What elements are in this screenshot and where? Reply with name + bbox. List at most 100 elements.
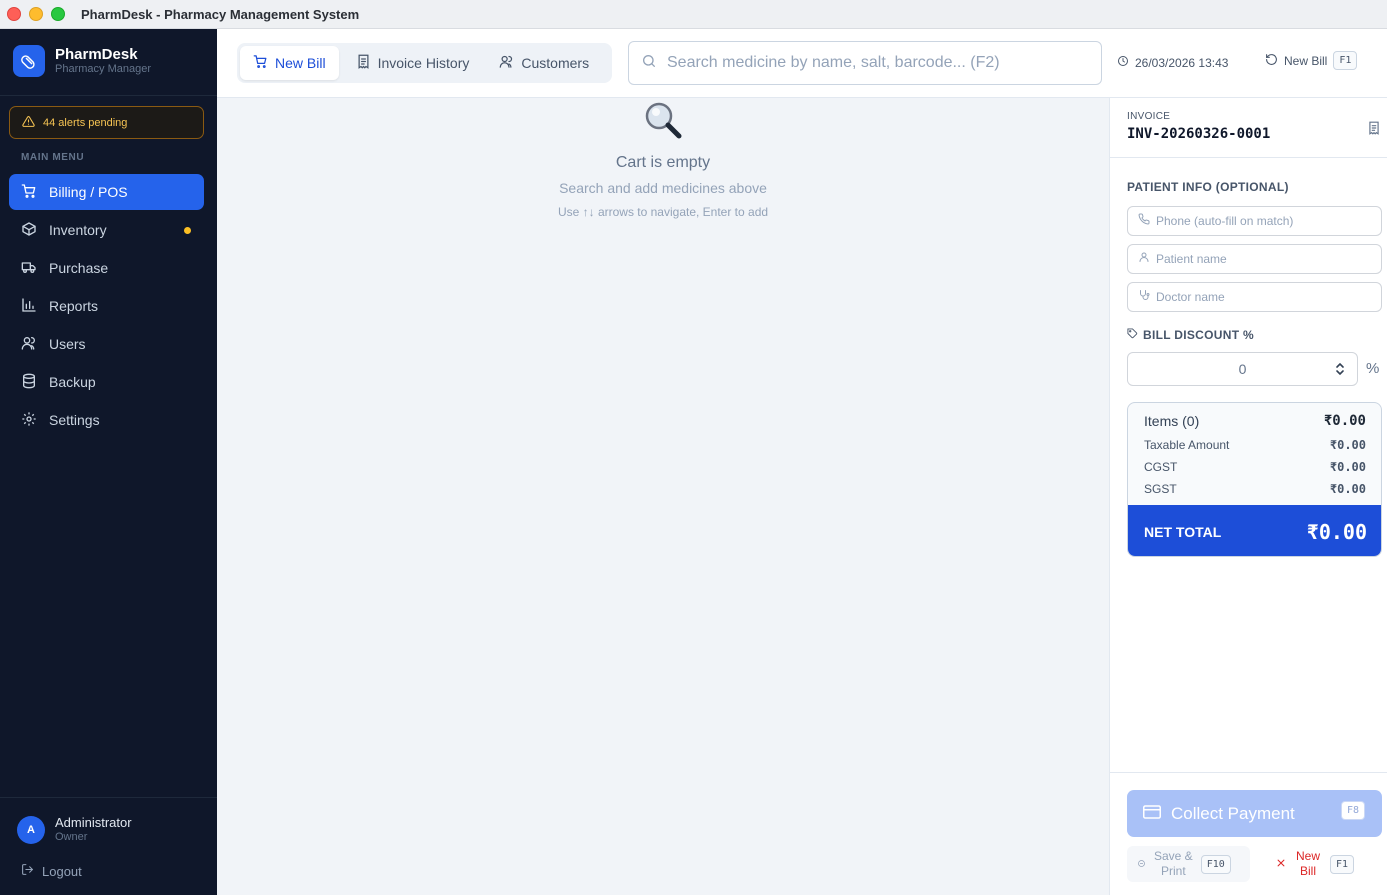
cgst-value: ₹0.00 <box>1329 460 1366 474</box>
users-icon <box>21 335 37 354</box>
sgst-row: SGST ₹0.00 <box>1144 482 1366 496</box>
doctor-name-field[interactable] <box>1127 282 1382 312</box>
window-controls <box>7 7 65 21</box>
empty-cart-subtitle: Search and add medicines above <box>559 180 767 196</box>
maximize-window-button[interactable] <box>51 7 65 21</box>
sidebar-item-reports[interactable]: Reports <box>9 288 204 324</box>
empty-cart-state: Cart is empty Search and add medicines a… <box>217 98 1109 219</box>
tag-icon <box>1127 328 1138 342</box>
shortcut-key: F10 <box>1200 854 1231 874</box>
empty-cart-title: Cart is empty <box>615 154 711 171</box>
logout-button[interactable]: Logout <box>21 863 82 879</box>
new-bill-label: New Bill <box>1284 53 1328 68</box>
items-label: Items (0) <box>1144 413 1200 429</box>
sidebar: PharmDesk Pharmacy Manager 44 alerts pen… <box>0 29 217 895</box>
magnifier-icon <box>217 100 1109 140</box>
patient-name-field[interactable] <box>1127 244 1382 274</box>
bill-discount-label: BILL DISCOUNT % <box>1143 328 1254 342</box>
window-titlebar: PharmDesk - Pharmacy Management System <box>0 0 1387 29</box>
shortcut-key: F1 <box>1333 51 1358 70</box>
divider <box>0 797 217 798</box>
user-profile[interactable]: A Administrator Owner <box>17 815 132 844</box>
sidebar-item-label: Billing / POS <box>49 184 128 200</box>
cgst-label: CGST <box>1144 460 1178 474</box>
totals-card: Items (0) ₹0.00 Taxable Amount ₹0.00 CGS… <box>1127 402 1382 557</box>
items-row: Items (0) ₹0.00 <box>1144 413 1366 429</box>
cgst-row: CGST ₹0.00 <box>1144 460 1366 474</box>
pill-icon <box>13 45 45 77</box>
brand: PharmDesk Pharmacy Manager <box>13 45 151 77</box>
new-bill-button[interactable]: New Bill F1 <box>1270 846 1382 882</box>
phone-icon <box>1138 212 1150 230</box>
user-icon <box>1138 250 1150 268</box>
user-name: Administrator <box>55 815 132 830</box>
new-bill-label-line1: New <box>1296 849 1321 863</box>
sidebar-item-label: Reports <box>49 298 99 314</box>
save-print-label: Save & Print <box>1154 849 1193 879</box>
sidebar-item-label: Backup <box>49 374 96 390</box>
sidebar-item-backup[interactable]: Backup <box>9 364 204 400</box>
brand-subtitle: Pharmacy Manager <box>55 62 151 75</box>
close-window-button[interactable] <box>7 7 21 21</box>
tab-invoice-history[interactable]: Invoice History <box>343 46 483 80</box>
patient-info-label: PATIENT INFO (OPTIONAL) <box>1127 180 1289 194</box>
inventory-alert-dot <box>184 227 191 234</box>
patient-name-input[interactable] <box>1156 252 1376 266</box>
logout-icon <box>21 863 34 879</box>
save-print-label-line2: Print <box>1161 864 1186 878</box>
main-menu-label: MAIN MENU <box>21 152 85 163</box>
phone-input[interactable] <box>1156 214 1376 228</box>
stethoscope-icon <box>1138 288 1150 306</box>
clock-icon <box>1117 55 1129 70</box>
sidebar-item-inventory[interactable]: Inventory <box>9 212 204 248</box>
medicine-search[interactable] <box>628 41 1102 85</box>
tab-customers[interactable]: Customers <box>486 46 602 80</box>
sidebar-item-billing[interactable]: Billing / POS <box>9 174 204 210</box>
divider <box>1110 157 1387 158</box>
sidebar-item-purchase[interactable]: Purchase <box>9 250 204 286</box>
percent-sign: % <box>1366 360 1380 377</box>
search-input[interactable] <box>667 54 1087 72</box>
stepper-icon[interactable] <box>1335 361 1345 380</box>
logout-label: Logout <box>42 863 82 879</box>
bill-discount-input[interactable]: 0 <box>1127 352 1358 386</box>
tab-label: Invoice History <box>377 55 470 71</box>
gear-icon <box>21 411 37 430</box>
window-title: PharmDesk - Pharmacy Management System <box>81 6 360 22</box>
sidebar-item-label: Settings <box>49 412 100 428</box>
new-bill-shortcut-button[interactable]: New Bill F1 <box>1265 51 1358 70</box>
minimize-window-button[interactable] <box>29 7 43 21</box>
cart-icon <box>21 183 37 202</box>
datetime-text: 26/03/2026 13:43 <box>1135 55 1229 70</box>
cart-icon <box>253 54 268 72</box>
tab-new-bill[interactable]: New Bill <box>240 46 339 80</box>
collect-payment-label: Collect Payment <box>1171 803 1295 823</box>
tab-label: Customers <box>521 55 590 71</box>
database-icon <box>21 373 37 392</box>
doctor-name-input[interactable] <box>1156 290 1376 304</box>
invoice-panel: INVOICE INV-20260326-0001 PATIENT INFO (… <box>1109 98 1387 895</box>
search-icon <box>641 53 657 74</box>
sidebar-item-users[interactable]: Users <box>9 326 204 362</box>
collect-payment-button[interactable]: Collect Payment F8 <box>1127 790 1382 837</box>
save-print-button[interactable]: Save & Print F10 <box>1127 846 1250 882</box>
taxable-row: Taxable Amount ₹0.00 <box>1144 438 1366 452</box>
cart-area: Cart is empty Search and add medicines a… <box>217 98 1109 895</box>
credit-card-icon <box>1143 804 1161 824</box>
net-total-bar: NET TOTAL ₹0.00 <box>1128 505 1381 556</box>
sidebar-item-label: Purchase <box>49 260 109 276</box>
divider <box>1110 772 1387 773</box>
printer-icon <box>1137 857 1146 871</box>
taxable-label: Taxable Amount <box>1144 438 1230 452</box>
new-bill-label: New Bill <box>1296 849 1320 879</box>
bill-discount-label-row: BILL DISCOUNT % <box>1127 328 1254 342</box>
sgst-label: SGST <box>1144 482 1177 496</box>
taxable-value: ₹0.00 <box>1329 438 1366 452</box>
save-print-label-line1: Save & <box>1154 849 1193 863</box>
items-value: ₹0.00 <box>1323 413 1366 429</box>
sidebar-item-settings[interactable]: Settings <box>9 402 204 438</box>
refresh-icon <box>1265 53 1278 69</box>
divider <box>0 95 217 96</box>
alerts-banner[interactable]: 44 alerts pending <box>9 106 204 139</box>
phone-field[interactable] <box>1127 206 1382 236</box>
